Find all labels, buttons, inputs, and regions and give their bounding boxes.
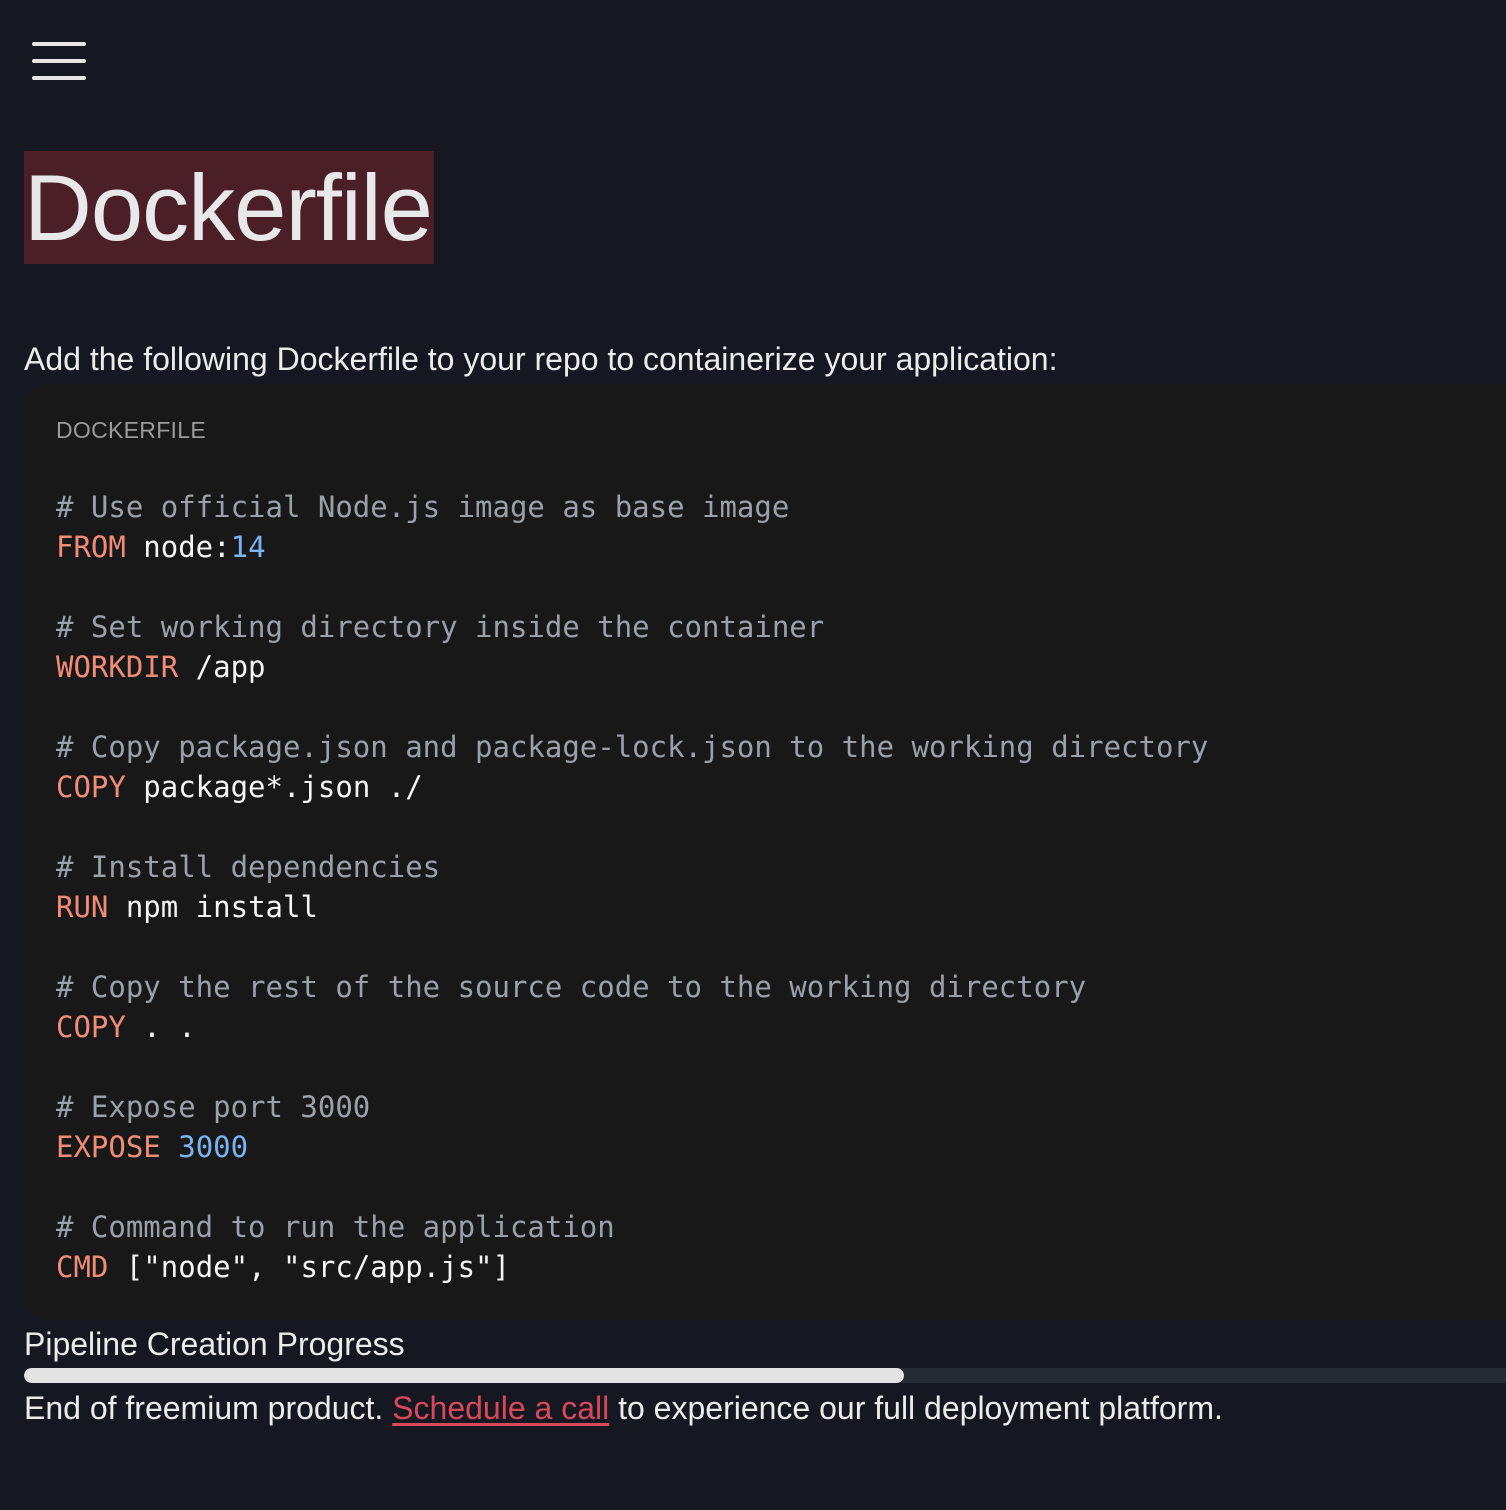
code-line: # Use official Node.js image as base ima…	[56, 487, 1208, 527]
menu-bar	[32, 42, 86, 46]
code-line: COPY . .	[56, 1007, 1208, 1047]
code-line: # Install dependencies	[56, 847, 1208, 887]
footer-suffix: to experience our full deployment platfo…	[609, 1390, 1223, 1426]
code-token-comment: # Expose port 3000	[56, 1090, 371, 1124]
footer-message: End of freemium product. Schedule a call…	[24, 1386, 1223, 1430]
code-line: # Copy package.json and package-lock.jso…	[56, 727, 1208, 767]
code-token-plain: /app	[178, 650, 266, 684]
code-token-plain: node:	[125, 530, 231, 564]
code-token-kw: EXPOSE	[56, 1130, 161, 1164]
code-token-comment: # Copy package.json and package-lock.jso…	[56, 730, 1209, 764]
code-token-plain: . .	[125, 1010, 196, 1044]
code-token-comment: # Copy the rest of the source code to th…	[56, 970, 1087, 1004]
code-token-plain: npm install	[108, 890, 318, 924]
progress-label: Pipeline Creation Progress	[24, 1326, 405, 1362]
page: Dockerfile Add the following Dockerfile …	[0, 0, 1506, 1510]
code-token-plain: package*.json ./	[125, 770, 423, 804]
code-content[interactable]: # Use official Node.js image as base ima…	[56, 487, 1208, 1287]
code-line: # Command to run the application	[56, 1207, 1208, 1247]
code-line: FROM node:14	[56, 527, 1208, 567]
intro-text: Add the following Dockerfile to your rep…	[24, 341, 1058, 377]
menu-bar	[32, 59, 86, 63]
code-block: DOCKERFILE # Use official Node.js image …	[24, 384, 1506, 1320]
schedule-call-link[interactable]: Schedule a call	[392, 1390, 609, 1426]
code-token-kw: COPY	[56, 770, 126, 804]
code-token-comment: # Set working directory inside the conta…	[56, 610, 825, 644]
code-token-comment: # Use official Node.js image as base ima…	[56, 490, 790, 524]
code-line: RUN npm install	[56, 887, 1208, 927]
code-line: WORKDIR /app	[56, 647, 1208, 687]
code-token-plain: ["node", "src/app.js"]	[108, 1250, 510, 1284]
code-token-comment: # Install dependencies	[56, 850, 441, 884]
code-line: # Copy the rest of the source code to th…	[56, 967, 1208, 1007]
progress-bar-fill	[24, 1368, 905, 1383]
code-token-comment: # Command to run the application	[56, 1210, 615, 1244]
code-line: EXPOSE 3000	[56, 1127, 1208, 1167]
code-token-num: 3000	[178, 1130, 249, 1164]
code-line: CMD ["node", "src/app.js"]	[56, 1247, 1208, 1287]
hamburger-menu-icon[interactable]	[32, 40, 86, 82]
code-token-num: 14	[230, 530, 266, 564]
code-token-kw: WORKDIR	[56, 650, 179, 684]
progress-bar	[24, 1368, 1506, 1383]
code-token-kw: COPY	[56, 1010, 126, 1044]
page-title: Dockerfile	[24, 151, 434, 264]
code-line: # Expose port 3000	[56, 1087, 1208, 1127]
code-token-kw: RUN	[56, 890, 109, 924]
menu-bar	[32, 76, 86, 80]
footer-prefix: End of freemium product.	[24, 1390, 393, 1426]
code-token-kw: FROM	[56, 530, 126, 564]
code-line: COPY package*.json ./	[56, 767, 1208, 807]
code-language-label: DOCKERFILE	[56, 417, 206, 443]
code-token-kw: CMD	[56, 1250, 109, 1284]
code-line: # Set working directory inside the conta…	[56, 607, 1208, 647]
